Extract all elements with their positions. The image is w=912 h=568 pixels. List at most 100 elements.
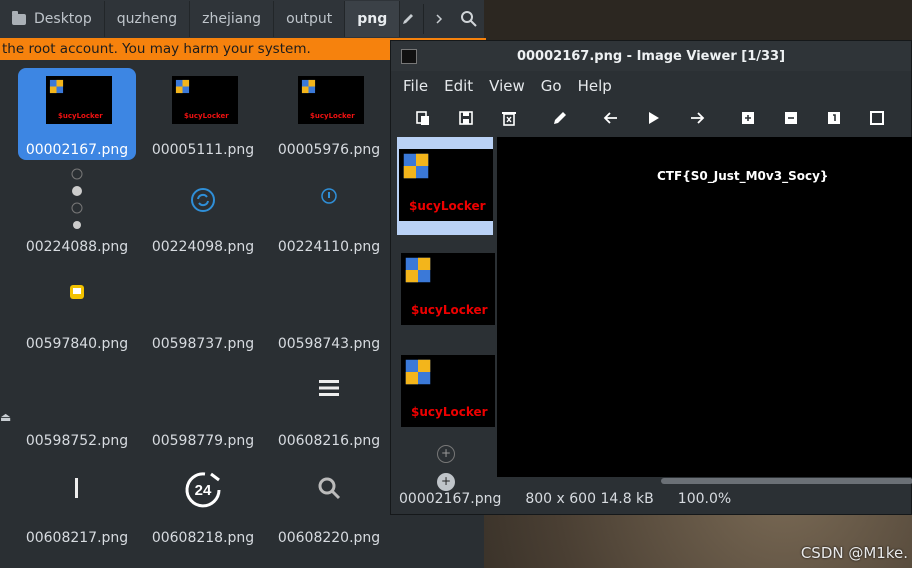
zoom-in-icon (742, 112, 754, 124)
thumbnail: $ucyLocker (298, 76, 364, 124)
shield-icon (403, 153, 429, 179)
shield-icon (49, 79, 64, 94)
file-label: 00224088.png (25, 239, 129, 255)
search-icon (461, 11, 477, 27)
24-hours-icon: 24 (185, 472, 221, 508)
file-label: 00608216.png (277, 433, 381, 449)
next-button[interactable] (683, 104, 711, 132)
crumb-label: zhejiang (202, 11, 262, 27)
previous-button[interactable] (597, 104, 625, 132)
chevron-right-icon (436, 14, 443, 24)
24-hours-text: 24 (195, 482, 212, 499)
shield-icon (175, 79, 190, 94)
image-viewer-window: 00002167.png - Image Viewer [1/33] File … (390, 40, 912, 515)
pencil-icon (403, 14, 413, 24)
thumbnail: $ucyLocker (399, 149, 493, 221)
status-bar: 00002167.png 800 x 600 14.8 kB 100.0% (391, 484, 911, 514)
flag-text: CTF{S0_Just_M0v3_Socy} (657, 169, 829, 183)
file-item[interactable]: 00224098.png (144, 165, 262, 257)
file-label: 00002167.png (25, 142, 129, 158)
watermark: CSDN @M1ke. (800, 544, 908, 562)
menu-help[interactable]: Help (578, 77, 612, 95)
search-button[interactable] (454, 4, 484, 34)
status-filename: 00002167.png (399, 491, 502, 507)
app-icon (401, 49, 417, 64)
info-icon (321, 188, 337, 204)
menubar: File Edit View Go Help (391, 71, 911, 101)
file-item[interactable]: $ucyLocker 00005976.png (270, 68, 388, 160)
thumb-brand: $ucyLocker (58, 112, 103, 120)
thumbnail-item[interactable]: $ucyLocker (397, 341, 495, 439)
file-item[interactable]: 00224088.png (18, 165, 136, 257)
play-icon (649, 112, 659, 124)
crumb-desktop[interactable]: Desktop (0, 1, 105, 37)
fit-button[interactable] (863, 104, 891, 132)
thumbnail-item[interactable]: $ucyLocker (397, 137, 493, 235)
file-item[interactable]: 00597840.png (18, 262, 136, 354)
file-label: 00598779.png (151, 433, 255, 449)
thumb-brand: $ucyLocker (411, 405, 488, 419)
crumb-quzheng[interactable]: quzheng (105, 1, 191, 37)
file-label: 00598737.png (151, 336, 255, 352)
thumb-brand: $ucyLocker (310, 112, 355, 120)
zoom-out-button[interactable] (777, 104, 805, 132)
image-canvas: CTF{S0_Just_M0v3_Socy} (497, 137, 912, 477)
viewer-title-bar: 00002167.png - Image Viewer [1/33] (391, 41, 911, 71)
file-label: 00005111.png (151, 142, 255, 158)
delete-button[interactable] (495, 104, 523, 132)
file-item[interactable]: 00598752.png (18, 359, 136, 451)
viewer-title: 00002167.png - Image Viewer [1/33] (516, 48, 786, 64)
file-item[interactable]: 00608217.png (18, 456, 136, 548)
viewer-toolbar (391, 101, 911, 135)
crumb-png[interactable]: png (345, 1, 401, 37)
file-item[interactable]: 00598737.png (144, 262, 262, 354)
shield-icon (405, 359, 431, 385)
file-item[interactable]: 24 00608218.png (144, 456, 262, 548)
file-label: 00608218.png (151, 530, 255, 546)
status-dimensions: 800 x 600 14.8 kB (525, 491, 654, 507)
zoom-buttons-icon (71, 168, 83, 229)
file-item[interactable]: 00224110.png (270, 165, 388, 257)
eject-icon[interactable]: ⏏ (0, 410, 11, 424)
actual-size-button[interactable] (820, 104, 848, 132)
arrow-right-icon (691, 112, 705, 124)
file-label: 00598752.png (25, 433, 129, 449)
copy-button[interactable] (409, 104, 437, 132)
crumb-label: Desktop (34, 11, 92, 27)
menu-file[interactable]: File (403, 77, 428, 95)
circle-plus-outline-icon[interactable]: + (437, 445, 455, 463)
shield-icon (301, 79, 316, 94)
file-label: 00597840.png (25, 336, 129, 352)
thumb-brand: $ucyLocker (409, 199, 486, 213)
fit-window-icon (870, 111, 884, 125)
crumb-label: quzheng (116, 11, 178, 27)
crumb-output[interactable]: output (274, 1, 346, 37)
shield-icon (405, 257, 431, 283)
menu-view[interactable]: View (489, 77, 525, 95)
menu-go[interactable]: Go (541, 77, 562, 95)
file-item[interactable]: 00608220.png (270, 456, 388, 548)
edit-location-button[interactable] (393, 4, 423, 34)
thumbnail-item[interactable]: $ucyLocker (397, 239, 495, 337)
menu-edit[interactable]: Edit (444, 77, 473, 95)
crumb-label: png (357, 11, 388, 27)
thumbnail: $ucyLocker (401, 253, 495, 325)
file-item[interactable]: 00608216.png (270, 359, 388, 451)
zoom-in-button[interactable] (734, 104, 762, 132)
file-item[interactable]: $ucyLocker 00005111.png (144, 68, 262, 160)
breadcrumb: Desktop quzheng zhejiang output png (0, 0, 484, 39)
file-label: 00224098.png (151, 239, 255, 255)
refresh-icon (191, 188, 215, 212)
file-item[interactable]: 00598743.png (270, 262, 388, 354)
edit-button[interactable] (546, 104, 574, 132)
thumb-brand: $ucyLocker (411, 303, 488, 317)
thumbnail-strip: $ucyLocker $ucyLocker $ucyLocker + + (395, 137, 495, 491)
file-item[interactable]: 00598779.png (144, 359, 262, 451)
file-label: 00608220.png (277, 530, 381, 546)
file-item[interactable]: $ucyLocker 00002167.png (18, 68, 136, 160)
play-button[interactable] (640, 104, 668, 132)
forward-crumb-button[interactable] (423, 4, 454, 34)
thumbnail: $ucyLocker (401, 355, 495, 427)
crumb-zhejiang[interactable]: zhejiang (190, 1, 275, 37)
save-button[interactable] (452, 104, 480, 132)
